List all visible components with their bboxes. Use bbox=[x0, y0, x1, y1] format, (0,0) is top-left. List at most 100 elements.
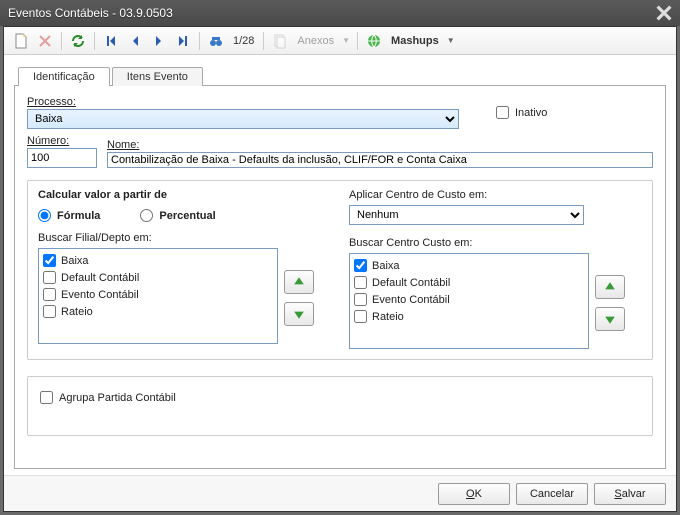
toolbar-separator bbox=[199, 32, 200, 50]
arrow-down-icon bbox=[293, 308, 305, 320]
processo-select[interactable]: Baixa bbox=[27, 109, 459, 129]
binoculars-icon bbox=[208, 33, 224, 49]
save-button[interactable]: Salvar bbox=[594, 483, 666, 505]
mashups-label[interactable]: Mashups bbox=[387, 35, 443, 47]
radio-formula-wrap[interactable]: Fórmula bbox=[38, 209, 100, 222]
agrupa-group: Agrupa Partida Contábil bbox=[27, 376, 653, 436]
list-item-label: Baixa bbox=[61, 255, 89, 267]
nav-prev-button[interactable] bbox=[124, 30, 146, 52]
content: 1/28 Anexos ▼ Mashups ▼ Identificação It… bbox=[3, 26, 677, 512]
cc-check-1[interactable] bbox=[354, 276, 367, 289]
paging-indicator: 1/28 bbox=[229, 35, 258, 47]
list-item-label: Rateio bbox=[61, 306, 93, 318]
tab-itens-evento[interactable]: Itens Evento bbox=[112, 67, 203, 86]
cancel-button[interactable]: Cancelar bbox=[516, 483, 588, 505]
radio-formula[interactable] bbox=[38, 209, 51, 222]
cc-check-3[interactable] bbox=[354, 310, 367, 323]
radio-percentual-label: Percentual bbox=[159, 210, 215, 222]
first-icon bbox=[103, 33, 119, 49]
last-icon bbox=[175, 33, 191, 49]
new-button[interactable] bbox=[10, 30, 32, 52]
cancel-label: Cancelar bbox=[530, 488, 574, 500]
processo-label: Processo: bbox=[27, 96, 462, 108]
mashups-dropdown-icon[interactable]: ▼ bbox=[445, 36, 457, 45]
list-item[interactable]: Evento Contábil bbox=[43, 286, 273, 303]
filial-check-1[interactable] bbox=[43, 271, 56, 284]
inativo-label: Inativo bbox=[515, 107, 547, 119]
nav-last-button[interactable] bbox=[172, 30, 194, 52]
list-item[interactable]: Baixa bbox=[354, 257, 584, 274]
window-title: Eventos Contábeis - 03.9.0503 bbox=[8, 6, 656, 20]
calc-title: Calcular valor a partir de bbox=[38, 189, 331, 201]
config-group: Calcular valor a partir de Fórmula Perce… bbox=[27, 180, 653, 360]
footer: OK Cancelar Salvar bbox=[4, 475, 676, 511]
refresh-icon bbox=[70, 33, 86, 49]
radio-formula-label: Fórmula bbox=[57, 210, 100, 222]
arrow-up-icon bbox=[604, 281, 616, 293]
filial-move-up-button[interactable] bbox=[284, 270, 314, 294]
find-button[interactable] bbox=[205, 30, 227, 52]
numero-label: Número: bbox=[27, 135, 97, 147]
tab-identificacao[interactable]: Identificação bbox=[18, 67, 110, 86]
inativo-checkbox[interactable] bbox=[496, 106, 509, 119]
list-item[interactable]: Evento Contábil bbox=[354, 291, 584, 308]
nome-label: Nome: bbox=[107, 139, 653, 151]
save-label-rest: alvar bbox=[622, 488, 646, 500]
anexos-dropdown-icon: ▼ bbox=[340, 36, 352, 45]
app-window: Eventos Contábeis - 03.9.0503 bbox=[0, 0, 680, 515]
numero-input[interactable] bbox=[27, 148, 97, 168]
filial-move-down-button[interactable] bbox=[284, 302, 314, 326]
list-item[interactable]: Rateio bbox=[43, 303, 273, 320]
agrupa-checkbox[interactable] bbox=[40, 391, 53, 404]
list-item-label: Default Contábil bbox=[372, 277, 450, 289]
refresh-button[interactable] bbox=[67, 30, 89, 52]
list-item[interactable]: Default Contábil bbox=[354, 274, 584, 291]
list-item-label: Evento Contábil bbox=[61, 289, 139, 301]
filial-check-3[interactable] bbox=[43, 305, 56, 318]
list-item[interactable]: Baixa bbox=[43, 252, 273, 269]
titlebar: Eventos Contábeis - 03.9.0503 bbox=[0, 0, 680, 26]
cc-check-2[interactable] bbox=[354, 293, 367, 306]
buscar-cc-label: Buscar Centro Custo em: bbox=[349, 237, 642, 249]
ok-button[interactable]: OK bbox=[438, 483, 510, 505]
new-file-icon bbox=[13, 33, 29, 49]
radio-percentual-wrap[interactable]: Percentual bbox=[140, 209, 215, 222]
filial-check-2[interactable] bbox=[43, 288, 56, 301]
arrow-down-icon bbox=[604, 313, 616, 325]
next-icon bbox=[151, 33, 167, 49]
close-button[interactable] bbox=[656, 5, 672, 21]
ok-label-rest: K bbox=[475, 488, 482, 500]
toolbar: 1/28 Anexos ▼ Mashups ▼ bbox=[4, 27, 676, 55]
buscar-filial-list[interactable]: Baixa Default Contábil Evento Contábil R… bbox=[38, 248, 278, 344]
arrow-up-icon bbox=[293, 276, 305, 288]
filial-check-0[interactable] bbox=[43, 254, 56, 267]
toolbar-separator bbox=[357, 32, 358, 50]
nome-input[interactable] bbox=[107, 152, 653, 168]
body: Identificação Itens Evento Processo: Bai… bbox=[4, 55, 676, 475]
buscar-cc-list[interactable]: Baixa Default Contábil Evento Contábil R… bbox=[349, 253, 589, 349]
list-item[interactable]: Rateio bbox=[354, 308, 584, 325]
agrupa-label: Agrupa Partida Contábil bbox=[59, 392, 176, 404]
apply-cc-select[interactable]: Nenhum bbox=[349, 205, 584, 225]
attachment-icon bbox=[272, 33, 288, 49]
list-item-label: Evento Contábil bbox=[372, 294, 450, 306]
list-item[interactable]: Default Contábil bbox=[43, 269, 273, 286]
cc-move-down-button[interactable] bbox=[595, 307, 625, 331]
nav-first-button[interactable] bbox=[100, 30, 122, 52]
delete-icon bbox=[37, 33, 53, 49]
list-item-label: Baixa bbox=[372, 260, 400, 272]
anexos-button bbox=[269, 30, 291, 52]
toolbar-separator bbox=[263, 32, 264, 50]
list-item-label: Default Contábil bbox=[61, 272, 139, 284]
tabstrip: Identificação Itens Evento bbox=[18, 63, 666, 85]
close-icon bbox=[656, 5, 672, 21]
radio-percentual[interactable] bbox=[140, 209, 153, 222]
nav-next-button[interactable] bbox=[148, 30, 170, 52]
list-item-label: Rateio bbox=[372, 311, 404, 323]
apply-cc-label: Aplicar Centro de Custo em: bbox=[349, 189, 642, 201]
cc-move-up-button[interactable] bbox=[595, 275, 625, 299]
mashups-button[interactable] bbox=[363, 30, 385, 52]
delete-button bbox=[34, 30, 56, 52]
buscar-filial-label: Buscar Filial/Depto em: bbox=[38, 232, 331, 244]
cc-check-0[interactable] bbox=[354, 259, 367, 272]
